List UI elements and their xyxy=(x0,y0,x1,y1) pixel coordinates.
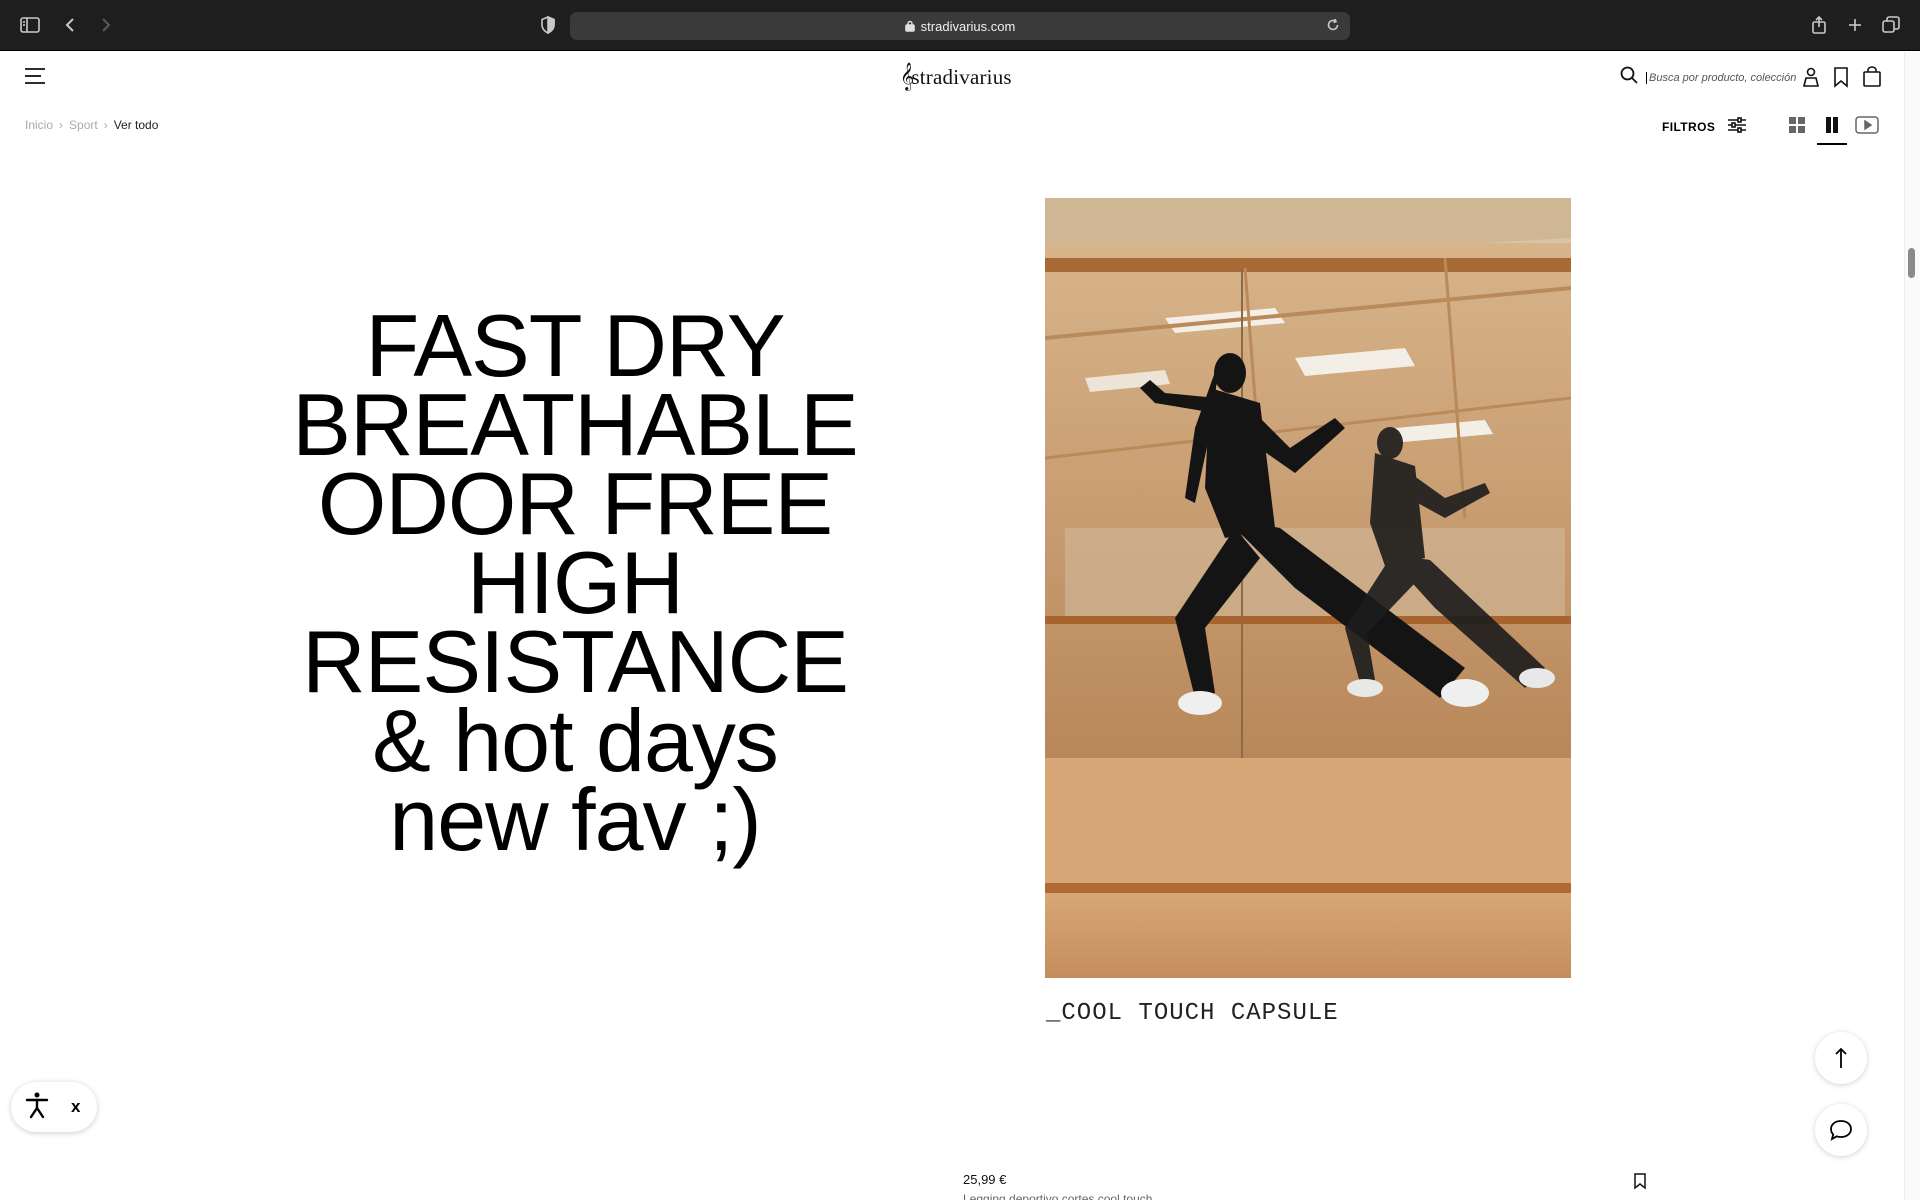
hamburger-menu-icon[interactable] xyxy=(24,66,46,86)
search-icon[interactable] xyxy=(1620,66,1638,89)
breadcrumb-item-current: Ver todo xyxy=(113,118,159,132)
lock-icon xyxy=(904,20,915,32)
arrow-up-icon xyxy=(1835,1047,1847,1068)
breadcrumb-item-sport[interactable]: Sport xyxy=(69,118,98,132)
shopping-bag-icon[interactable] xyxy=(1862,66,1884,88)
logo-text: stradivarius xyxy=(911,64,1012,89)
scrollbar-thumb[interactable] xyxy=(1908,248,1915,278)
chevron-right-icon: › xyxy=(103,118,108,132)
privacy-shield-icon[interactable] xyxy=(536,13,560,37)
active-view-indicator xyxy=(1817,143,1847,145)
scroll-to-top-button[interactable] xyxy=(1815,1032,1867,1084)
promo-line: RESISTANCE xyxy=(302,612,849,711)
breadcrumb-item-inicio[interactable]: Inicio xyxy=(25,118,53,132)
browser-toolbar: stradivarius.com xyxy=(0,0,1920,51)
promo-line: BREATHABLE xyxy=(292,375,858,474)
campaign-photo[interactable] xyxy=(1045,198,1571,978)
address-bar[interactable]: stradivarius.com xyxy=(570,12,1350,40)
chat-bubble-icon xyxy=(1830,1120,1852,1141)
tab-overview-icon[interactable] xyxy=(1879,13,1903,37)
sidebar-toggle-icon[interactable] xyxy=(18,13,42,37)
forward-icon[interactable] xyxy=(94,13,118,37)
user-account-icon[interactable] xyxy=(1802,66,1824,88)
filters-label: FILTROS xyxy=(1662,119,1716,134)
grid-view-icon[interactable] xyxy=(1784,114,1810,136)
bookmark-icon[interactable] xyxy=(1632,1172,1648,1190)
promo-line: & hot days xyxy=(372,691,779,790)
site-header: 𝄞 stradivarius xyxy=(0,52,1904,100)
accessibility-icon[interactable] xyxy=(25,1091,49,1124)
sliders-icon xyxy=(1727,116,1747,137)
promo-line: ODOR FREE xyxy=(317,454,833,553)
back-icon[interactable] xyxy=(58,13,82,37)
campaign-caption: _COOL TOUCH CAPSULE xyxy=(1046,1000,1339,1027)
product-price: 25,99 € xyxy=(963,1172,1007,1187)
url-text: stradivarius.com xyxy=(920,18,1016,34)
close-accessibility-button[interactable]: x xyxy=(71,1097,80,1117)
wishlist-bookmark-icon[interactable] xyxy=(1832,66,1854,88)
two-column-view-icon[interactable] xyxy=(1819,114,1845,136)
share-icon[interactable] xyxy=(1807,13,1831,37)
filters-button[interactable]: FILTROS xyxy=(1662,116,1747,137)
breadcrumb: Inicio › Sport › Ver todo xyxy=(25,118,158,132)
search-input[interactable] xyxy=(1646,71,1796,84)
chevron-right-icon: › xyxy=(59,118,64,132)
promo-line: HIGH xyxy=(467,533,684,632)
product-name[interactable]: Legging deportivo cortes cool touch xyxy=(963,1192,1152,1200)
search-box xyxy=(1620,66,1796,89)
video-view-icon[interactable] xyxy=(1854,114,1880,136)
new-tab-icon[interactable] xyxy=(1843,13,1867,37)
chat-button[interactable] xyxy=(1815,1104,1867,1156)
promo-line: new fav ;) xyxy=(389,770,761,869)
accessibility-widget: x xyxy=(11,1082,97,1132)
brand-logo[interactable]: 𝄞 stradivarius xyxy=(900,60,1012,94)
promo-line: FAST DRY xyxy=(365,296,785,395)
page-scrollbar[interactable] xyxy=(1904,52,1920,1200)
promo-headline: FAST DRY BREATHABLE ODOR FREE HIGH RESIS… xyxy=(230,296,920,869)
reload-icon[interactable] xyxy=(1326,18,1340,37)
